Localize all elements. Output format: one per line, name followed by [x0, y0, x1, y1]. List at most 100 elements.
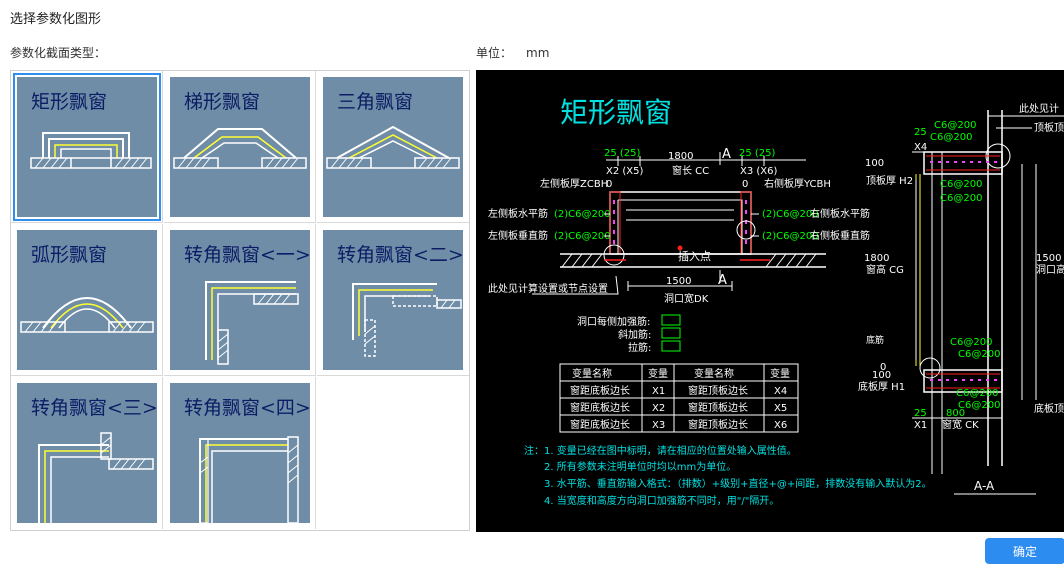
section-type-grid: 矩形飘窗 梯形飘窗 三角飘窗 弧形飘窗 转角飘窗<一> 转角飘窗<二> 转角飘窗… — [10, 70, 470, 531]
sec-dim: 窗宽 CK — [942, 418, 979, 431]
dialog-title: 选择参数化图形 — [10, 12, 102, 27]
table-cell: 窗距顶板边长 — [688, 418, 748, 431]
sec-dim: C6@200 — [940, 179, 982, 190]
sec-dim: C6@200 — [940, 193, 982, 204]
sec-dim: 底板厚 H1 — [858, 380, 905, 393]
table-cell: X2 — [652, 403, 665, 414]
corner-bay-1-icon — [205, 281, 299, 365]
sec-dim: 底筋 — [866, 334, 884, 346]
dim-text: 此处见计算设置或节点设置 — [488, 282, 608, 295]
dim-text: 左侧板水平筋 — [488, 207, 548, 220]
variable-table: 变量名称 变量 变量名称 变量 窗距底板边长 X1 窗距顶板边长 X4 窗距底板… — [559, 363, 799, 433]
table-cell: X4 — [774, 386, 787, 397]
table-cell: 窗距顶板边长 — [688, 401, 748, 414]
sec-dim: 100 — [865, 158, 884, 169]
sec-dim: C6@200 — [950, 337, 992, 348]
type-arc-bay[interactable]: 弧形飘窗 — [11, 224, 163, 376]
unit-caption: 单位： — [476, 46, 513, 60]
note-line: 4. 当宽度和高度方向洞口加强筋不同时，用"/"隔开。 — [544, 494, 779, 507]
dim-text: 右侧板垂直筋 — [810, 229, 870, 242]
trapezoid-bay-icon — [173, 128, 307, 169]
thumbnail: 弧形飘窗 — [17, 230, 157, 370]
sec-dim: 25 — [914, 408, 927, 419]
table-cell: 窗距底板边长 — [570, 401, 630, 414]
sec-dim: 1800 — [864, 253, 889, 264]
thumbnail: 转角飘窗<二> — [323, 230, 463, 370]
dim-text: 窗长 CC — [672, 164, 709, 177]
table-cell: X3 — [652, 420, 665, 431]
sec-dim: 顶板厚 H2 — [866, 174, 913, 187]
corner-bay-4-icon — [199, 436, 299, 523]
preview-title: 矩形飘窗 — [560, 96, 672, 129]
reinf-label: 斜加筋: — [618, 328, 651, 341]
sec-dim: C6@200 — [958, 349, 1000, 360]
dim-text: 左侧板垂直筋 — [488, 229, 548, 242]
sec-dim: C6@200 — [930, 132, 972, 143]
preview-drawing: 矩形飘窗 25 (25) X2 (X5) 1800 窗长 CC A 25 (25… — [488, 96, 1064, 507]
thumbnail: 转角飘窗<三> — [17, 383, 157, 523]
sec-dim: C6@200 — [956, 388, 998, 399]
table-header: 变量名称 — [694, 367, 734, 380]
sec-dim: X1 — [914, 420, 927, 431]
dim-text: (2)C6@200 — [554, 209, 611, 220]
table-cell: 窗距顶板边长 — [688, 384, 748, 397]
cad-preview: 矩形飘窗 25 (25) X2 (X5) 1800 窗长 CC A 25 (25… — [476, 70, 1064, 532]
sec-label: 顶板顶 — [1034, 121, 1064, 134]
type-corner-bay-4[interactable]: 转角飘窗<四> — [164, 377, 316, 529]
insert-point-label: 插入点 — [678, 249, 711, 263]
sec-dim: 窗高 CG — [866, 263, 904, 276]
rect-bay-icon — [30, 132, 152, 169]
table-cell: X5 — [774, 403, 787, 414]
section-aa: 此处见计 顶板顶 25 X4 C6@200 C6@200 100 顶板厚 H2 … — [858, 102, 1064, 495]
dim-text: 1500 — [666, 276, 691, 287]
note-line: 2. 所有参数未注明单位时均以mm为单位。 — [544, 460, 736, 473]
dim-text: 左侧板厚ZCBH — [540, 177, 608, 190]
type-triangle-bay[interactable]: 三角飘窗 — [317, 71, 469, 223]
thumbnail: 转角飘窗<四> — [170, 383, 310, 523]
note-line: 注：1. 变量已经在图中标明，请在相应的位置处输入属性值。 — [524, 444, 797, 457]
table-header: 变量名称 — [572, 367, 612, 380]
dim-text: 0 — [742, 179, 748, 190]
thumbnail: 三角飘窗 — [323, 77, 463, 217]
table-cell: X6 — [774, 420, 787, 431]
unit-value: mm — [526, 46, 550, 60]
sec-dim: C6@200 — [934, 120, 976, 131]
sec-dim: 洞口高 — [1036, 263, 1064, 276]
dim-text: (2)C6@200 — [554, 231, 611, 242]
dim-text: 25 (25) — [604, 148, 641, 159]
sec-label: 底板顶 — [1034, 402, 1064, 415]
type-corner-bay-3[interactable]: 转角飘窗<三> — [11, 377, 163, 529]
note-line: 3. 水平筋、垂直筋输入格式：（排数）+级别+直径+@+间距，排数没有输入默认为… — [544, 477, 932, 490]
ok-button[interactable]: 确定 — [985, 538, 1064, 564]
type-rect-bay[interactable]: 矩形飘窗 — [11, 71, 163, 223]
table-header: 变量 — [648, 367, 668, 380]
type-corner-bay-1[interactable]: 转角飘窗<一> — [164, 224, 316, 376]
unit-label: 单位： mm — [476, 44, 549, 61]
dim-text: X2 (X5) — [606, 166, 644, 177]
triangle-bay-icon — [326, 125, 460, 169]
thumbnail: 矩形飘窗 — [13, 73, 161, 221]
section-title: A-A — [974, 479, 995, 493]
table-cell: 窗距底板边长 — [570, 418, 630, 431]
sec-label: 此处见计 — [1019, 102, 1059, 115]
dim-text: 25 (25) — [739, 148, 776, 159]
sec-dim: 100 — [872, 370, 891, 381]
reinf-label: 拉筋: — [628, 341, 651, 354]
type-trapezoid-bay[interactable]: 梯形飘窗 — [164, 71, 316, 223]
table-header: 变量 — [770, 367, 790, 380]
sec-dim: 800 — [946, 408, 965, 419]
corner-bay-2-icon — [352, 283, 462, 357]
dim-text: 洞口宽DK — [664, 292, 709, 305]
dim-text: 右侧板水平筋 — [810, 207, 870, 220]
table-cell: X1 — [652, 386, 665, 397]
table-cell: 窗距底板边长 — [570, 384, 630, 397]
arc-bay-icon — [20, 297, 154, 333]
corner-bay-3-icon — [38, 432, 154, 523]
dim-text: 右侧板厚YCBH — [764, 177, 831, 190]
thumbnail: 梯形飘窗 — [170, 77, 310, 217]
type-corner-bay-2[interactable]: 转角飘窗<二> — [317, 224, 469, 376]
sec-dim: 1500 — [1036, 253, 1061, 264]
sec-dim: 25 — [914, 127, 927, 138]
thumbnail: 转角飘窗<一> — [170, 230, 310, 370]
section-type-label: 参数化截面类型： — [10, 46, 107, 60]
